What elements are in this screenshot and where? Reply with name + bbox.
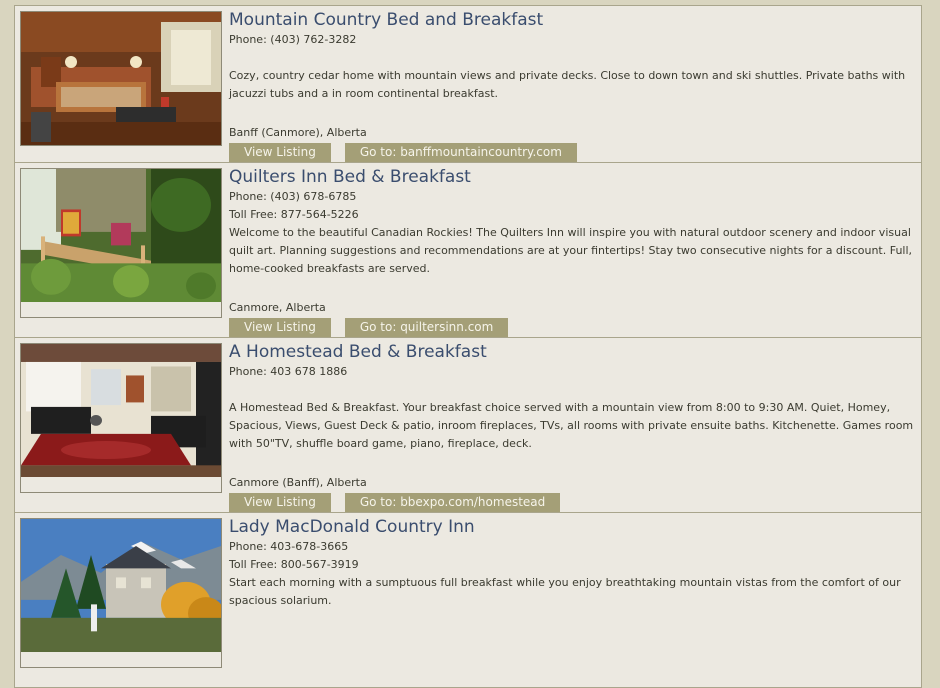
deck-garden-photo[interactable] [20,168,222,318]
listing-actions: View Listing Go to: quiltersinn.com [229,316,522,337]
listing-actions: View Listing Go to: bbexpo.com/homestead [229,491,574,512]
goto-website-button[interactable]: Go to: bbexpo.com/homestead [344,493,561,512]
listing-description: A Homestead Bed & Breakfast. Your breakf… [229,401,914,450]
listing-item: Quilters Inn Bed & Breakfast Phone: (403… [14,163,922,338]
view-listing-button[interactable]: View Listing [229,493,331,512]
listing-location: Banff (Canmore), Alberta [229,126,367,139]
listing-phone: Phone: 403-678-3665 [229,540,349,553]
listing-toll-free: Toll Free: 877-564-5226 [229,208,359,221]
listing-location: Canmore, Alberta [229,301,326,314]
goto-website-button[interactable]: Go to: quiltersinn.com [344,318,509,337]
listing-content: A Homestead Bed & Breakfast Phone: 403 6… [229,341,915,512]
listing-item: Mountain Country Bed and Breakfast Phone… [14,6,922,163]
listing-content: Mountain Country Bed and Breakfast Phone… [229,9,915,162]
listing-content: Lady MacDonald Country Inn Phone: 403-67… [229,516,915,687]
listing-description: Cozy, country cedar home with mountain v… [229,69,906,100]
listing-item: A Homestead Bed & Breakfast Phone: 403 6… [14,338,922,513]
listing-phone: Phone: (403) 762-3282 [229,33,357,46]
listing-actions: View Listing Go to: banffmountaincountry.… [229,141,591,162]
listing-item: Lady MacDonald Country Inn Phone: 403-67… [14,513,922,688]
listing-toll-free: Toll Free: 800-567-3919 [229,558,359,571]
view-listing-button[interactable]: View Listing [229,318,331,337]
listing-toll-free [229,49,915,67]
listing-description: Welcome to the beautiful Canadian Rockie… [229,226,913,275]
goto-website-button[interactable]: Go to: banffmountaincountry.com [344,143,577,162]
inn-exterior-photo[interactable] [20,518,222,668]
living-room-photo[interactable] [20,343,222,493]
listing-toll-free [229,381,915,399]
listing-results: Mountain Country Bed and Breakfast Phone… [14,5,922,688]
listing-title[interactable]: Lady MacDonald Country Inn [229,516,915,538]
listing-title[interactable]: Quilters Inn Bed & Breakfast [229,166,915,188]
listing-title[interactable]: A Homestead Bed & Breakfast [229,341,915,363]
listing-content: Quilters Inn Bed & Breakfast Phone: (403… [229,166,915,337]
listing-phone: Phone: (403) 678-6785 [229,190,357,203]
listing-title[interactable]: Mountain Country Bed and Breakfast [229,9,915,31]
listing-phone: Phone: 403 678 1886 [229,365,348,378]
view-listing-button[interactable]: View Listing [229,143,331,162]
listing-description: Start each morning with a sumptuous full… [229,576,901,607]
bedroom-photo[interactable] [20,11,222,146]
listing-location: Canmore (Banff), Alberta [229,476,367,489]
